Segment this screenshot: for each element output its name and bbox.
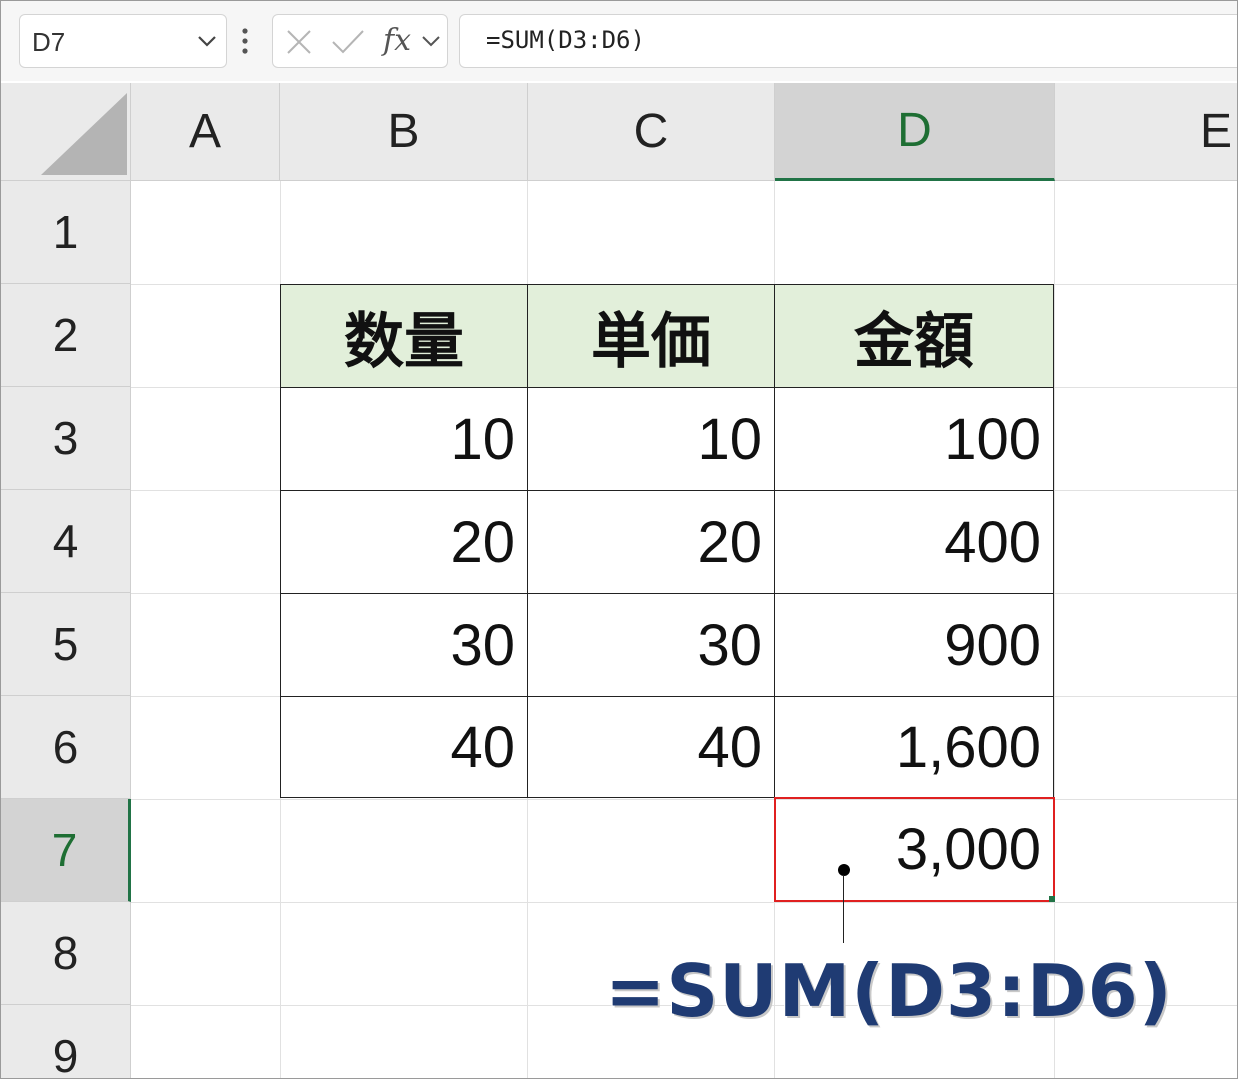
callout-leader-line [843, 875, 844, 943]
formula-input[interactable]: =SUM(D3:D6) [459, 14, 1237, 68]
row-header-1[interactable]: 1 [1, 181, 131, 284]
table-header-quantity[interactable]: 数量 [280, 284, 528, 388]
chevron-down-icon[interactable] [421, 32, 441, 55]
fill-handle[interactable] [1049, 896, 1055, 902]
column-header-e[interactable]: E [1055, 83, 1237, 181]
table-cell[interactable]: 30 [527, 593, 775, 697]
table-cell[interactable]: 400 [774, 490, 1054, 594]
select-all-button[interactable] [1, 83, 131, 181]
row-header-9[interactable]: 9 [1, 1005, 131, 1078]
row-header-4[interactable]: 4 [1, 490, 131, 593]
table-cell[interactable]: 20 [280, 490, 528, 594]
spreadsheet-window: D7 fx =SUM(D3:D6) A B C D E 1 2 3 4 5 6 … [0, 0, 1238, 1079]
table-header-amount[interactable]: 金額 [774, 284, 1054, 388]
column-header-c[interactable]: C [528, 83, 775, 181]
table-cell[interactable]: 10 [527, 387, 775, 491]
table-cell[interactable]: 30 [280, 593, 528, 697]
row-header-2[interactable]: 2 [1, 284, 131, 387]
column-header-b[interactable]: B [280, 83, 528, 181]
chevron-down-icon[interactable] [196, 30, 218, 57]
enter-check-icon[interactable] [331, 28, 365, 61]
table-cell[interactable]: 40 [280, 696, 528, 798]
active-cell-highlight [774, 797, 1055, 902]
table-header-unit-price[interactable]: 単価 [527, 284, 775, 388]
formula-controls: fx [272, 14, 448, 68]
row-header-7[interactable]: 7 [1, 799, 131, 902]
formula-bar: D7 fx =SUM(D3:D6) [1, 1, 1237, 81]
row-header-8[interactable]: 8 [1, 902, 131, 1005]
table-cell[interactable]: 1,600 [774, 696, 1054, 798]
table-cell[interactable]: 100 [774, 387, 1054, 491]
column-header-d[interactable]: D [775, 83, 1055, 181]
formula-callout: =SUM(D3:D6) [605, 949, 1173, 1033]
table-cell[interactable]: 40 [527, 696, 775, 798]
row-header-6[interactable]: 6 [1, 696, 131, 799]
more-options-icon[interactable] [241, 27, 249, 62]
row-header-5[interactable]: 5 [1, 593, 131, 696]
table-cell[interactable]: 900 [774, 593, 1054, 697]
name-box[interactable]: D7 [19, 14, 227, 68]
table-cell[interactable]: 20 [527, 490, 775, 594]
column-header-a[interactable]: A [131, 83, 280, 181]
formula-text: =SUM(D3:D6) [486, 26, 645, 54]
insert-function-icon[interactable]: fx [383, 23, 411, 58]
cancel-icon[interactable] [285, 28, 313, 61]
table-cell[interactable]: 10 [280, 387, 528, 491]
name-box-value: D7 [32, 27, 66, 57]
callout-dot [838, 864, 850, 876]
row-header-3[interactable]: 3 [1, 387, 131, 490]
